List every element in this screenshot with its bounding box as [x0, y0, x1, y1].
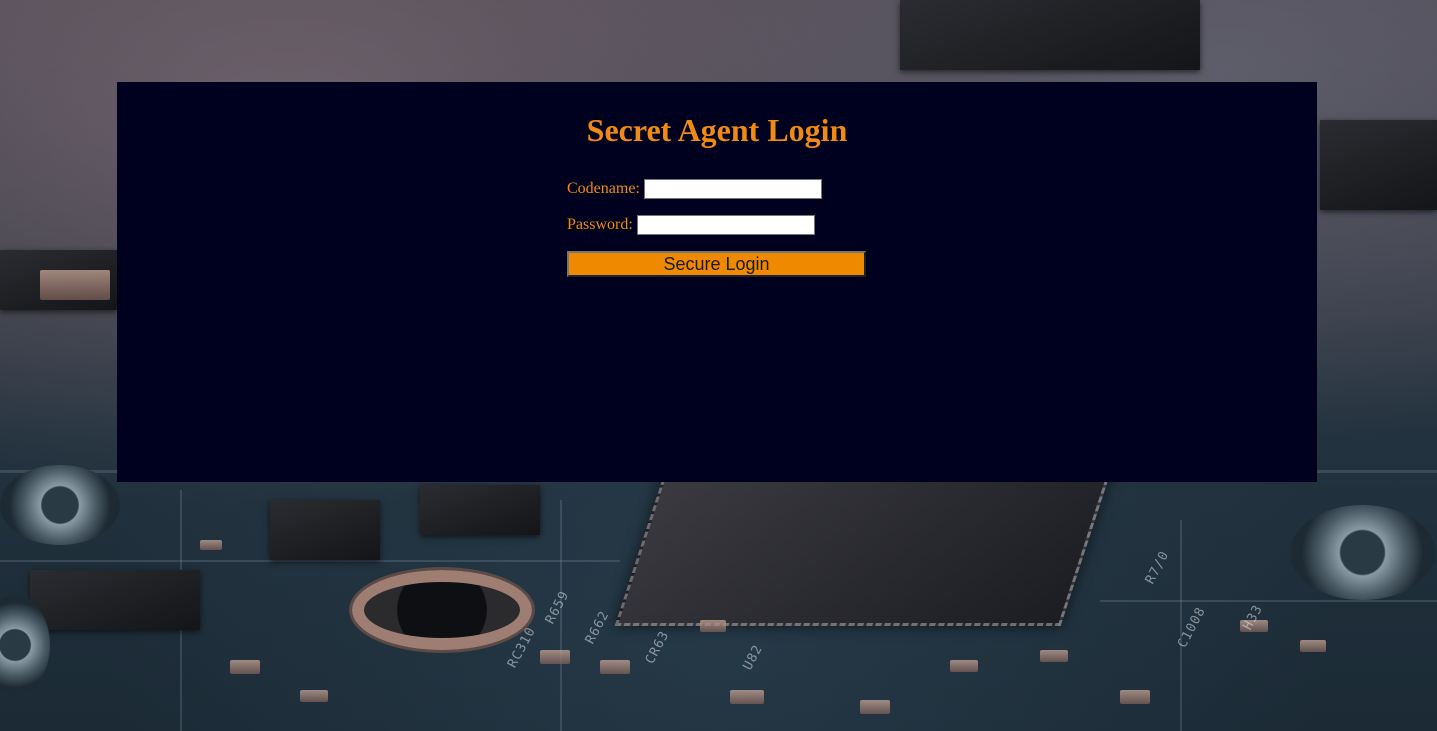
codename-label: Codename:	[567, 180, 640, 197]
codename-input[interactable]	[643, 179, 822, 199]
password-input[interactable]	[636, 215, 815, 235]
password-label: Password:	[567, 216, 633, 233]
secure-login-button[interactable]: Secure Login	[567, 251, 866, 277]
codename-row: Codename:	[567, 178, 822, 200]
login-panel: Secret Agent Login Codename: Password: S…	[117, 82, 1317, 482]
page-title: Secret Agent Login	[586, 112, 848, 148]
password-row: Password:	[567, 214, 815, 236]
